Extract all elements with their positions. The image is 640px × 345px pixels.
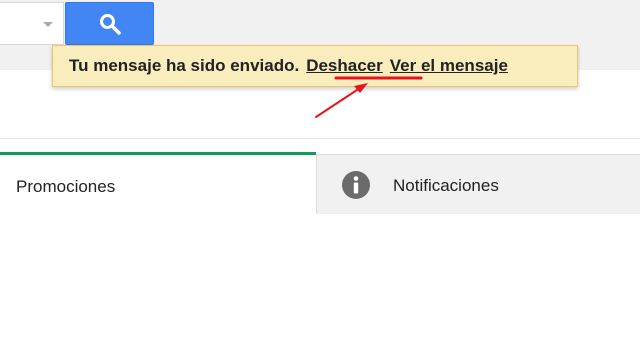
view-message-link[interactable]: Ver el mensaje — [390, 56, 508, 75]
annotation-arrow — [315, 83, 368, 118]
tab-label: Notificaciones — [393, 176, 499, 195]
tab-notificaciones[interactable]: Notificaciones — [316, 154, 640, 214]
search-input[interactable] — [0, 2, 64, 45]
info-icon — [342, 171, 370, 199]
chevron-down-icon[interactable] — [43, 22, 53, 27]
undo-link[interactable]: Deshacer — [306, 56, 383, 75]
search-icon — [100, 14, 121, 35]
tab-label: Promociones — [16, 177, 116, 196]
tab-promociones[interactable]: Promociones — [0, 152, 316, 214]
search-button[interactable] — [65, 2, 154, 45]
toast-message: Tu mensaje ha sido enviado. — [69, 56, 300, 75]
sent-notification-toast: Tu mensaje ha sido enviado. Deshacer Ver e… — [52, 45, 578, 87]
divider — [0, 138, 640, 139]
